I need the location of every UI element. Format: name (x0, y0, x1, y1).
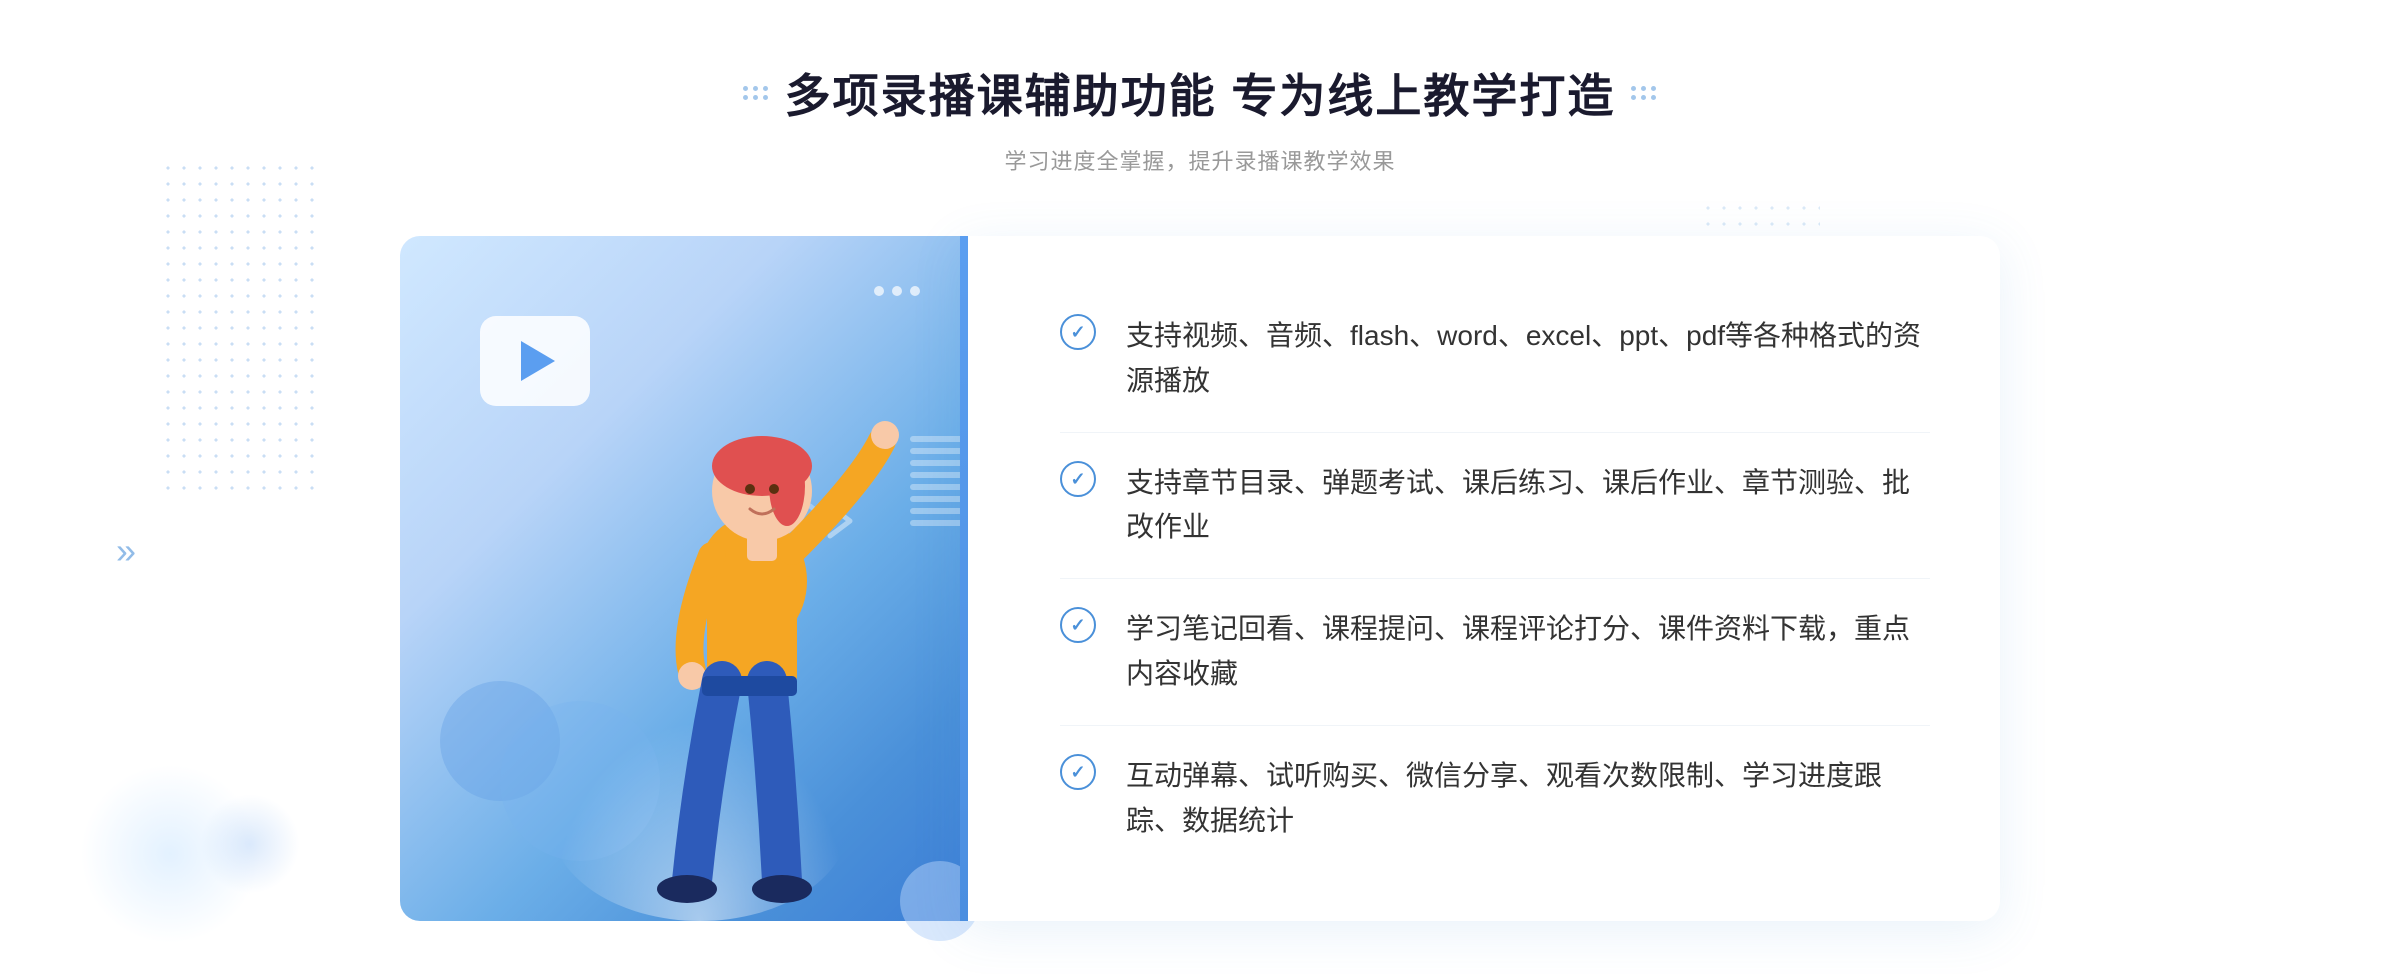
feature-item-3: ✓ 学习笔记回看、课程提问、课程评论打分、课件资料下载，重点内容收藏 (1060, 579, 1930, 726)
play-button-illustration (480, 316, 590, 406)
content-area: ✓ 支持视频、音频、flash、word、excel、ppt、pdf等各种格式的… (400, 236, 2000, 921)
dot (1651, 95, 1656, 100)
feature-item-1: ✓ 支持视频、音频、flash、word、excel、ppt、pdf等各种格式的… (1060, 286, 1930, 433)
feature-item-2: ✓ 支持章节目录、弹题考试、课后练习、课后作业、章节测验、批改作业 (1060, 433, 1930, 580)
dot (1651, 86, 1656, 91)
feature-text-4: 互动弹幕、试听购买、微信分享、观看次数限制、学习进度跟踪、数据统计 (1126, 754, 1930, 844)
check-mark: ✓ (1070, 616, 1085, 634)
title-decor-right (1631, 86, 1657, 100)
feature-text-1: 支持视频、音频、flash、word、excel、ppt、pdf等各种格式的资源… (1126, 314, 1930, 404)
check-icon-2: ✓ (1060, 461, 1096, 497)
illustration-card (400, 236, 1000, 921)
feature-item-4: ✓ 互动弹幕、试听购买、微信分享、观看次数限制、学习进度跟踪、数据统计 (1060, 726, 1930, 872)
illus-dot (874, 286, 884, 296)
play-triangle-icon (521, 341, 555, 381)
check-mark: ✓ (1070, 323, 1085, 341)
page-container: » 多项录播课辅助功能 专为线上教学打造 (0, 0, 2400, 974)
dot-grid-right (1631, 86, 1657, 100)
main-title: 多项录播课辅助功能 专为线上教学打造 (785, 60, 1616, 126)
illus-dot (892, 286, 902, 296)
feature-text-3: 学习笔记回看、课程提问、课程评论打分、课件资料下载，重点内容收藏 (1126, 607, 1930, 697)
illus-dot (910, 286, 920, 296)
dot (1641, 86, 1646, 91)
decor-circle-2 (200, 794, 300, 894)
title-row: 多项录播课辅助功能 专为线上教学打造 (743, 60, 1658, 126)
dot (1631, 95, 1636, 100)
check-mark: ✓ (1070, 470, 1085, 488)
bg-dots-left (160, 160, 320, 500)
check-icon-1: ✓ (1060, 314, 1096, 350)
feature-text-2: 支持章节目录、弹题考试、课后练习、课后作业、章节测验、批改作业 (1126, 461, 1930, 551)
dot (743, 86, 748, 91)
check-icon-4: ✓ (1060, 754, 1096, 790)
subtitle: 学习进度全掌握，提升录播课教学效果 (743, 144, 1658, 176)
chevron-left-decor: » (116, 530, 136, 572)
illus-dots-decor (874, 286, 920, 296)
person-figure (592, 361, 952, 921)
dot-grid-left (743, 86, 769, 100)
dot (743, 95, 748, 100)
dot (1631, 86, 1636, 91)
features-panel: ✓ 支持视频、音频、flash、word、excel、ppt、pdf等各种格式的… (960, 236, 2000, 921)
dot (1641, 95, 1646, 100)
page-header: 多项录播课辅助功能 专为线上教学打造 学习进度全掌握，提升录播课教学效果 (743, 60, 1658, 176)
check-icon-3: ✓ (1060, 607, 1096, 643)
title-decor-left (743, 86, 769, 100)
check-mark: ✓ (1070, 763, 1085, 781)
dot (753, 86, 758, 91)
dot (763, 95, 768, 100)
dot (763, 86, 768, 91)
dot (753, 95, 758, 100)
